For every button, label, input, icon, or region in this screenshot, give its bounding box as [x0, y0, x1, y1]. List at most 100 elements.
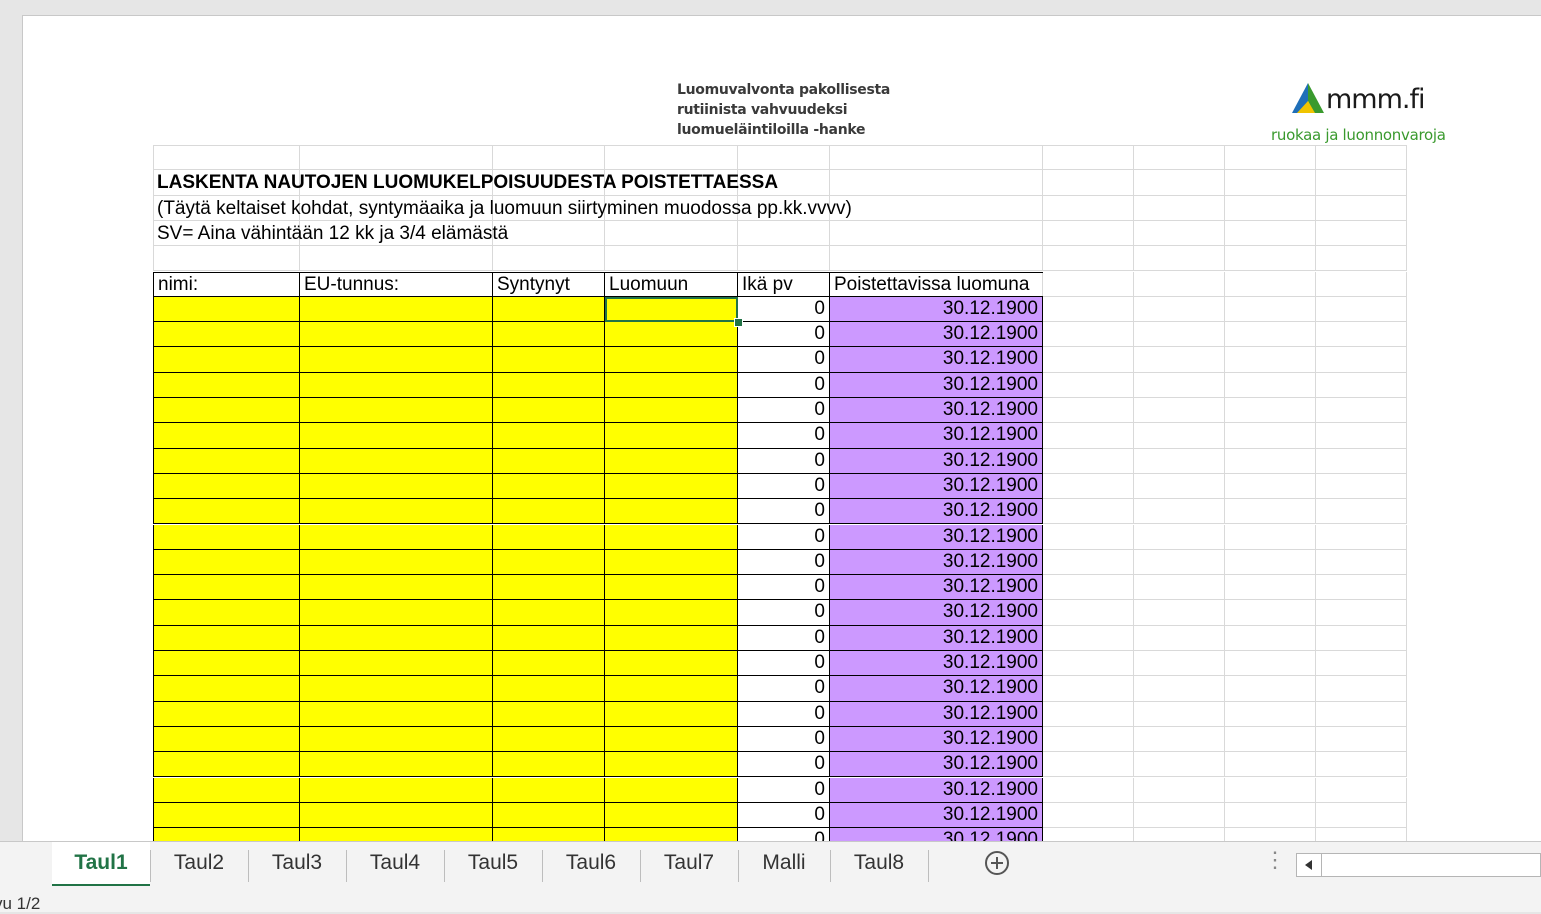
input-cell[interactable]	[300, 575, 493, 601]
input-cell[interactable]	[153, 600, 300, 626]
add-sheet-icon[interactable]	[985, 851, 1009, 875]
grid-cell[interactable]	[738, 145, 830, 171]
grid-cell[interactable]	[1134, 347, 1225, 373]
input-cell[interactable]	[153, 625, 300, 651]
removable-date-cell[interactable]: 30.12.1900	[830, 575, 1043, 601]
grid-cell[interactable]	[1225, 676, 1316, 702]
grid-cell[interactable]	[830, 246, 1043, 272]
grid-cell[interactable]	[1225, 322, 1316, 348]
input-cell[interactable]	[300, 651, 493, 677]
input-cell[interactable]	[605, 752, 738, 778]
grid-cell[interactable]	[830, 195, 1043, 221]
grid-cell[interactable]	[1134, 802, 1225, 829]
grid-cell[interactable]	[1316, 473, 1407, 500]
sheet-tab-taul5[interactable]: Taul5	[444, 842, 542, 884]
grid-cell[interactable]	[1225, 600, 1316, 626]
grid-cell[interactable]	[1043, 246, 1134, 272]
grid-cell[interactable]	[1043, 448, 1134, 474]
input-cell[interactable]	[605, 651, 738, 677]
input-cell[interactable]	[300, 448, 493, 474]
grid-cell[interactable]	[1134, 600, 1225, 626]
grid-cell[interactable]	[1134, 777, 1225, 803]
age-days-cell[interactable]: 0	[738, 398, 830, 424]
input-cell[interactable]	[493, 726, 605, 753]
grid-cell[interactable]	[1316, 828, 1407, 842]
input-cell[interactable]	[493, 777, 605, 803]
age-days-cell[interactable]: 0	[738, 802, 830, 829]
grid-cell[interactable]	[1225, 726, 1316, 753]
input-cell[interactable]	[300, 777, 493, 803]
grid-cell[interactable]	[1316, 600, 1407, 626]
grid-cell[interactable]	[1316, 145, 1407, 171]
input-cell[interactable]	[605, 347, 738, 373]
age-days-cell[interactable]: 0	[738, 549, 830, 576]
input-cell[interactable]	[493, 828, 605, 842]
input-cell[interactable]	[493, 473, 605, 500]
input-cell[interactable]	[605, 575, 738, 601]
grid-cell[interactable]	[1043, 625, 1134, 651]
input-cell[interactable]	[153, 499, 300, 525]
input-cell[interactable]	[493, 676, 605, 702]
grid-cell[interactable]	[1043, 524, 1134, 550]
grid-cell[interactable]	[1134, 322, 1225, 348]
input-cell[interactable]	[300, 549, 493, 576]
grid-cell[interactable]	[830, 220, 1043, 247]
age-days-cell[interactable]: 0	[738, 473, 830, 500]
input-cell[interactable]	[493, 448, 605, 474]
grid-cell[interactable]	[1316, 752, 1407, 778]
grid-cell[interactable]	[1316, 499, 1407, 525]
removable-date-cell[interactable]: 30.12.1900	[830, 625, 1043, 651]
input-cell[interactable]	[605, 423, 738, 449]
input-cell[interactable]	[605, 802, 738, 829]
grid-cell[interactable]	[300, 145, 493, 171]
horizontal-scrollbar[interactable]	[1296, 853, 1541, 877]
grid-cell[interactable]	[1316, 296, 1407, 323]
input-cell[interactable]	[153, 651, 300, 677]
grid-cell[interactable]	[1225, 448, 1316, 474]
input-cell[interactable]	[153, 398, 300, 424]
grid-cell[interactable]	[1225, 651, 1316, 677]
grid-cell[interactable]	[1316, 777, 1407, 803]
grid-cell[interactable]	[1316, 625, 1407, 651]
grid-cell[interactable]	[1316, 271, 1407, 297]
age-days-cell[interactable]: 0	[738, 651, 830, 677]
input-cell[interactable]	[493, 524, 605, 550]
column-header[interactable]: Syntynyt	[493, 271, 605, 297]
grid-cell[interactable]	[1225, 625, 1316, 651]
grid-cell[interactable]	[1043, 398, 1134, 424]
grid-cell[interactable]	[1043, 372, 1134, 398]
removable-date-cell[interactable]: 30.12.1900	[830, 347, 1043, 373]
removable-date-cell[interactable]: 30.12.1900	[830, 752, 1043, 778]
input-cell[interactable]	[493, 752, 605, 778]
sheet-tab-malli[interactable]: Malli	[738, 842, 830, 884]
age-days-cell[interactable]: 0	[738, 322, 830, 348]
input-cell[interactable]	[605, 296, 738, 323]
column-header[interactable]: Ikä pv	[738, 271, 830, 297]
input-cell[interactable]	[153, 676, 300, 702]
grid-cell[interactable]	[1043, 499, 1134, 525]
input-cell[interactable]	[153, 322, 300, 348]
grid-cell[interactable]	[1134, 752, 1225, 778]
grid-cell[interactable]	[1225, 473, 1316, 500]
input-cell[interactable]	[153, 296, 300, 323]
grid-cell[interactable]	[1134, 549, 1225, 576]
grid-cell[interactable]	[830, 170, 1043, 196]
grid-cell[interactable]	[605, 246, 738, 272]
input-cell[interactable]	[493, 575, 605, 601]
grid-cell[interactable]	[1043, 676, 1134, 702]
grid-cell[interactable]	[1134, 220, 1225, 247]
grid-cell[interactable]	[1043, 220, 1134, 247]
input-cell[interactable]	[493, 651, 605, 677]
grid-cell[interactable]	[1225, 296, 1316, 323]
input-cell[interactable]	[300, 802, 493, 829]
input-cell[interactable]	[153, 549, 300, 576]
sheet-tab-taul4[interactable]: Taul4	[346, 842, 444, 884]
grid-cell[interactable]	[1225, 777, 1316, 803]
removable-date-cell[interactable]: 30.12.1900	[830, 726, 1043, 753]
input-cell[interactable]	[300, 473, 493, 500]
input-cell[interactable]	[153, 701, 300, 727]
input-cell[interactable]	[605, 322, 738, 348]
grid-cell[interactable]	[1134, 195, 1225, 221]
removable-date-cell[interactable]: 30.12.1900	[830, 473, 1043, 500]
grid-cell[interactable]	[1043, 195, 1134, 221]
